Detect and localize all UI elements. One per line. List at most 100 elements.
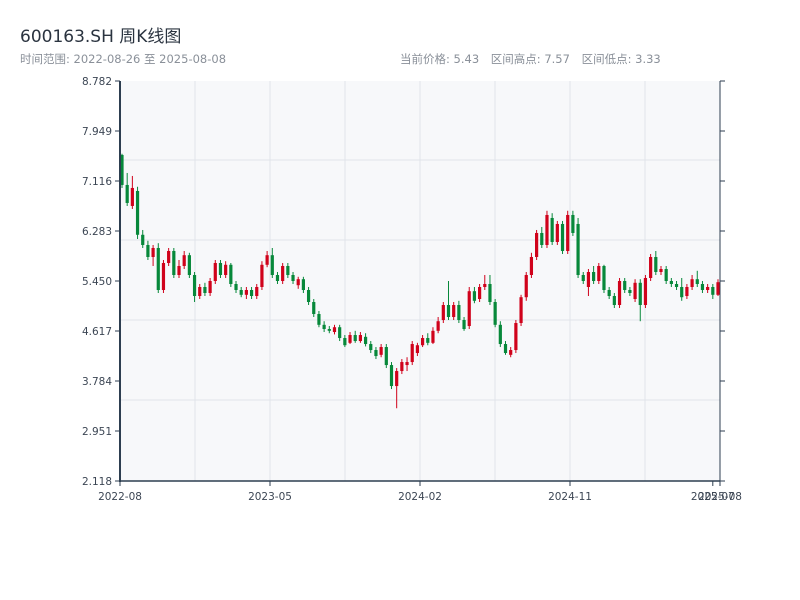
candle-body (560, 223, 565, 251)
candle-body (348, 335, 352, 343)
candle-body (395, 371, 399, 387)
candle-body (674, 284, 679, 288)
candle-body (483, 284, 487, 288)
candle-body (441, 305, 445, 321)
candle-body (529, 256, 534, 275)
candle-body (524, 274, 528, 298)
candle-body (550, 217, 554, 242)
candle-body (167, 250, 171, 263)
candle-body (301, 279, 305, 291)
candle-body (612, 296, 616, 306)
x-tick-label: 2022-08 (98, 491, 142, 503)
candle-body (649, 256, 653, 278)
candle (467, 287, 471, 330)
candle-body (332, 327, 337, 333)
candle-body (338, 327, 342, 339)
candle-body (286, 265, 290, 275)
candle-body (234, 284, 238, 291)
candle-body (270, 255, 274, 275)
candle (519, 294, 523, 327)
candle (213, 259, 217, 285)
candle-body (669, 281, 673, 285)
candle-body (353, 335, 357, 342)
candle-body (187, 255, 191, 275)
candle-body (711, 287, 715, 295)
candle-body (446, 305, 451, 318)
candle-body (592, 271, 596, 281)
candle-body (224, 264, 228, 275)
candle-body (389, 365, 394, 387)
y-tick-label: 2.951 (82, 426, 112, 438)
candle-body (571, 214, 575, 233)
candle-body (617, 281, 622, 306)
candle (135, 186, 140, 239)
y-tick-label: 4.617 (82, 326, 112, 338)
candle (281, 262, 285, 285)
candle-body (213, 262, 217, 281)
candle-body (700, 284, 705, 291)
candle-body (659, 268, 663, 272)
candle-body (426, 338, 430, 343)
candle-body (374, 350, 378, 357)
candle-body (208, 281, 212, 294)
candle (617, 277, 622, 309)
candle-body (317, 314, 321, 325)
candle-body (498, 324, 502, 345)
candle-body (239, 290, 243, 295)
candle-body (478, 287, 482, 300)
candle (229, 262, 233, 288)
candle-body (291, 274, 295, 281)
y-tick-label: 8.782 (82, 76, 112, 88)
candle (389, 362, 394, 390)
candle-body (343, 338, 347, 346)
candle (535, 229, 539, 260)
candle (260, 261, 264, 291)
candle-body (260, 264, 264, 288)
candle-body (420, 338, 425, 346)
candle-body (436, 321, 440, 331)
candle-body (695, 279, 699, 285)
candle-body (462, 320, 466, 330)
candle-body (467, 291, 471, 327)
candle-body (503, 344, 508, 354)
candle-body (244, 290, 248, 295)
x-tick-label: 2024-11 (548, 491, 592, 503)
candle-body (576, 223, 580, 275)
candle-body (690, 279, 694, 288)
candle-body (633, 282, 637, 300)
candle-body (296, 279, 300, 286)
candle-body (586, 271, 591, 288)
candle-body (545, 214, 549, 245)
candle-body (229, 264, 233, 285)
candle (493, 299, 497, 328)
candle-body (265, 255, 269, 265)
candle-body (405, 362, 409, 366)
y-tick-label: 5.450 (82, 276, 112, 288)
candle-body (716, 282, 720, 295)
candle-body (218, 262, 223, 275)
candle-body (275, 274, 280, 281)
candle-body (493, 302, 497, 325)
x-tick-label: 2025-08 (698, 491, 742, 503)
candle-body (452, 305, 456, 318)
candle (498, 321, 502, 348)
y-tick-label: 6.283 (82, 226, 112, 238)
candle-body (156, 247, 160, 291)
y-tick-label: 7.116 (82, 176, 112, 188)
candle-body (369, 344, 373, 351)
candle-body (607, 290, 611, 297)
candle-body (540, 232, 544, 245)
candle (156, 243, 160, 294)
candle-body (203, 287, 207, 294)
y-tick-label: 3.784 (82, 376, 112, 388)
candle (441, 302, 445, 324)
candle (524, 271, 528, 301)
candle-body (638, 282, 642, 306)
candle-body (654, 256, 658, 272)
candle-body (664, 268, 668, 281)
candle-body (415, 345, 420, 354)
candle (172, 247, 176, 278)
candle-body (358, 335, 362, 342)
candlestick-chart: 2.118 2.951 3.784 4.617 5.450 6.283 7.116 7.949… (82, 76, 742, 503)
candle-body (602, 265, 606, 291)
